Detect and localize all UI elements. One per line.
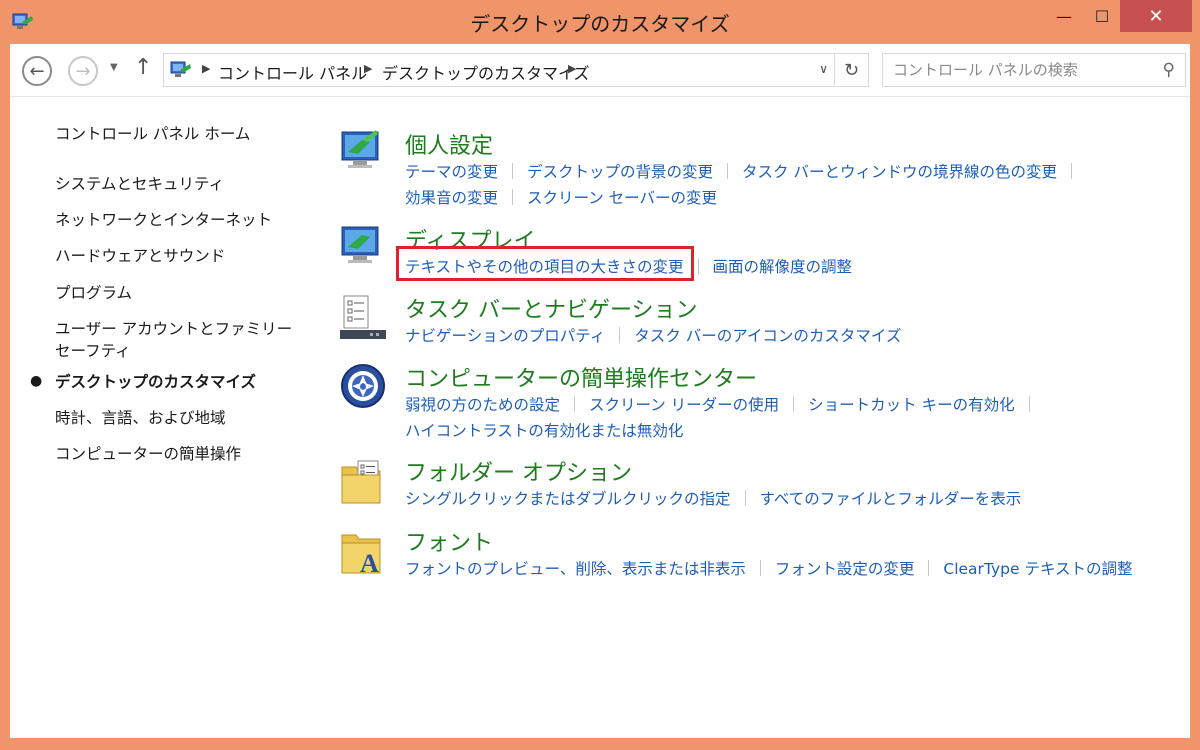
- separator: [1070, 163, 1072, 179]
- search-icon[interactable]: ⚲: [1163, 60, 1175, 80]
- breadcrumb-separator-icon[interactable]: ▶: [568, 62, 576, 75]
- up-button[interactable]: ↑: [134, 55, 152, 80]
- separator: [928, 560, 930, 576]
- category-title[interactable]: 個人設定: [405, 128, 493, 160]
- svg-text:A: A: [360, 549, 379, 575]
- link-change-text-size[interactable]: テキストやその他の項目の大きさの変更: [405, 258, 684, 276]
- back-button[interactable]: ←: [22, 56, 52, 86]
- sidebar-item-appearance: デスクトップのカスタマイズ: [55, 373, 257, 391]
- breadcrumb-control-panel[interactable]: コントロール パネル: [218, 60, 367, 84]
- separator: [759, 560, 761, 576]
- title-bar: デスクトップのカスタマイズ — ☐ ✕: [0, 0, 1200, 44]
- separator: [512, 189, 514, 205]
- separator: [697, 258, 699, 274]
- category-title[interactable]: コンピューターの簡単操作センター: [405, 361, 757, 393]
- content-pane: コントロール パネル ホーム システムとセキュリティ ネットワークとインターネッ…: [10, 97, 1190, 738]
- taskbar-icon[interactable]: [340, 294, 386, 340]
- refresh-button[interactable]: ↻: [835, 53, 869, 87]
- address-bar[interactable]: ▶ コントロール パネル ▶ デスクトップのカスタマイズ ▶ ∨: [163, 53, 835, 87]
- separator: [574, 396, 576, 412]
- link-customize-taskbar-icons[interactable]: タスク バーのアイコンのカスタマイズ: [634, 327, 901, 345]
- separator: [793, 396, 795, 412]
- link-change-font-settings[interactable]: フォント設定の変更: [775, 560, 915, 578]
- search-input[interactable]: [893, 55, 1153, 85]
- maximize-button[interactable]: ☐: [1084, 0, 1120, 32]
- link-change-theme[interactable]: テーマの変更: [405, 163, 498, 181]
- close-button[interactable]: ✕: [1120, 0, 1192, 32]
- navigation-bar: ← → ▼ ↑ ▶ コントロール パネル ▶ デスクトップのカスタマイズ ▶ ∨…: [10, 44, 1190, 97]
- sidebar-item-programs[interactable]: プログラム: [55, 282, 305, 304]
- link-adjust-cleartype-text[interactable]: ClearType テキストの調整: [943, 560, 1132, 578]
- display-icon[interactable]: [340, 223, 386, 269]
- fonts-icon[interactable]: A: [340, 529, 386, 575]
- folder-options-icon[interactable]: [340, 459, 386, 505]
- link-enable-shortcut-keys[interactable]: ショートカット キーの有効化: [808, 396, 1014, 414]
- control-panel-icon: [170, 61, 191, 77]
- sidebar-item-home[interactable]: コントロール パネル ホーム: [55, 123, 305, 145]
- separator: [727, 163, 729, 179]
- sidebar-item-system-security[interactable]: システムとセキュリティ: [55, 173, 305, 195]
- sidebar-item-network[interactable]: ネットワークとインターネット: [55, 209, 305, 231]
- category-title[interactable]: タスク バーとナビゲーション: [405, 292, 698, 324]
- personalization-icon[interactable]: [340, 128, 386, 174]
- link-change-window-border-color[interactable]: タスク バーとウィンドウの境界線の色の変更: [742, 163, 1057, 181]
- link-change-sound-effects[interactable]: 効果音の変更: [405, 189, 498, 207]
- separator: [744, 490, 746, 506]
- link-toggle-high-contrast[interactable]: ハイコントラストの有効化または無効化: [405, 422, 683, 440]
- separator: [512, 163, 514, 179]
- sidebar-item-clock-language-region[interactable]: 時計、言語、および地域: [55, 407, 305, 429]
- address-dropdown-icon[interactable]: ∨: [819, 62, 828, 76]
- current-item-bullet-icon: ●: [30, 373, 43, 389]
- link-adjust-screen-resolution[interactable]: 画面の解像度の調整: [713, 258, 853, 276]
- separator: [619, 327, 621, 343]
- sidebar-item-user-accounts[interactable]: ユーザー アカウントとファミリー セーフティ: [55, 318, 305, 362]
- link-single-double-click[interactable]: シングルクリックまたはダブルクリックの指定: [405, 490, 731, 508]
- recent-locations-chevron-down-icon[interactable]: ▼: [110, 62, 118, 73]
- window: デスクトップのカスタマイズ — ☐ ✕ ← → ▼ ↑ ▶ コントロール パネル…: [0, 0, 1200, 750]
- window-title: デスクトップのカスタマイズ: [470, 12, 730, 36]
- breadcrumb-separator-icon[interactable]: ▶: [364, 62, 372, 75]
- link-low-vision-settings[interactable]: 弱視の方のための設定: [405, 396, 560, 414]
- link-use-screen-reader[interactable]: スクリーン リーダーの使用: [589, 396, 779, 414]
- link-show-all-files-folders[interactable]: すべてのファイルとフォルダーを表示: [760, 490, 1022, 508]
- link-change-desktop-background[interactable]: デスクトップの背景の変更: [527, 163, 713, 181]
- link-preview-delete-fonts[interactable]: フォントのプレビュー、削除、表示または非表示: [405, 560, 746, 578]
- search-box[interactable]: ⚲: [882, 53, 1186, 87]
- link-navigation-properties[interactable]: ナビゲーションのプロパティ: [405, 327, 605, 345]
- link-change-screen-saver[interactable]: スクリーン セーバーの変更: [527, 189, 717, 207]
- category-title[interactable]: フォント: [405, 525, 493, 557]
- breadcrumb-current[interactable]: デスクトップのカスタマイズ: [382, 60, 590, 84]
- breadcrumb-separator-icon[interactable]: ▶: [202, 62, 210, 75]
- sidebar-item-hardware-sound[interactable]: ハードウェアとサウンド: [55, 245, 305, 267]
- minimize-button[interactable]: —: [1044, 0, 1084, 32]
- ease-of-access-icon[interactable]: [340, 363, 386, 409]
- forward-button[interactable]: →: [68, 56, 98, 86]
- category-title[interactable]: フォルダー オプション: [405, 455, 632, 487]
- sidebar-item-ease-of-access[interactable]: コンピューターの簡単操作: [55, 443, 305, 465]
- category-title[interactable]: ディスプレイ: [405, 223, 535, 255]
- separator: [1028, 396, 1030, 412]
